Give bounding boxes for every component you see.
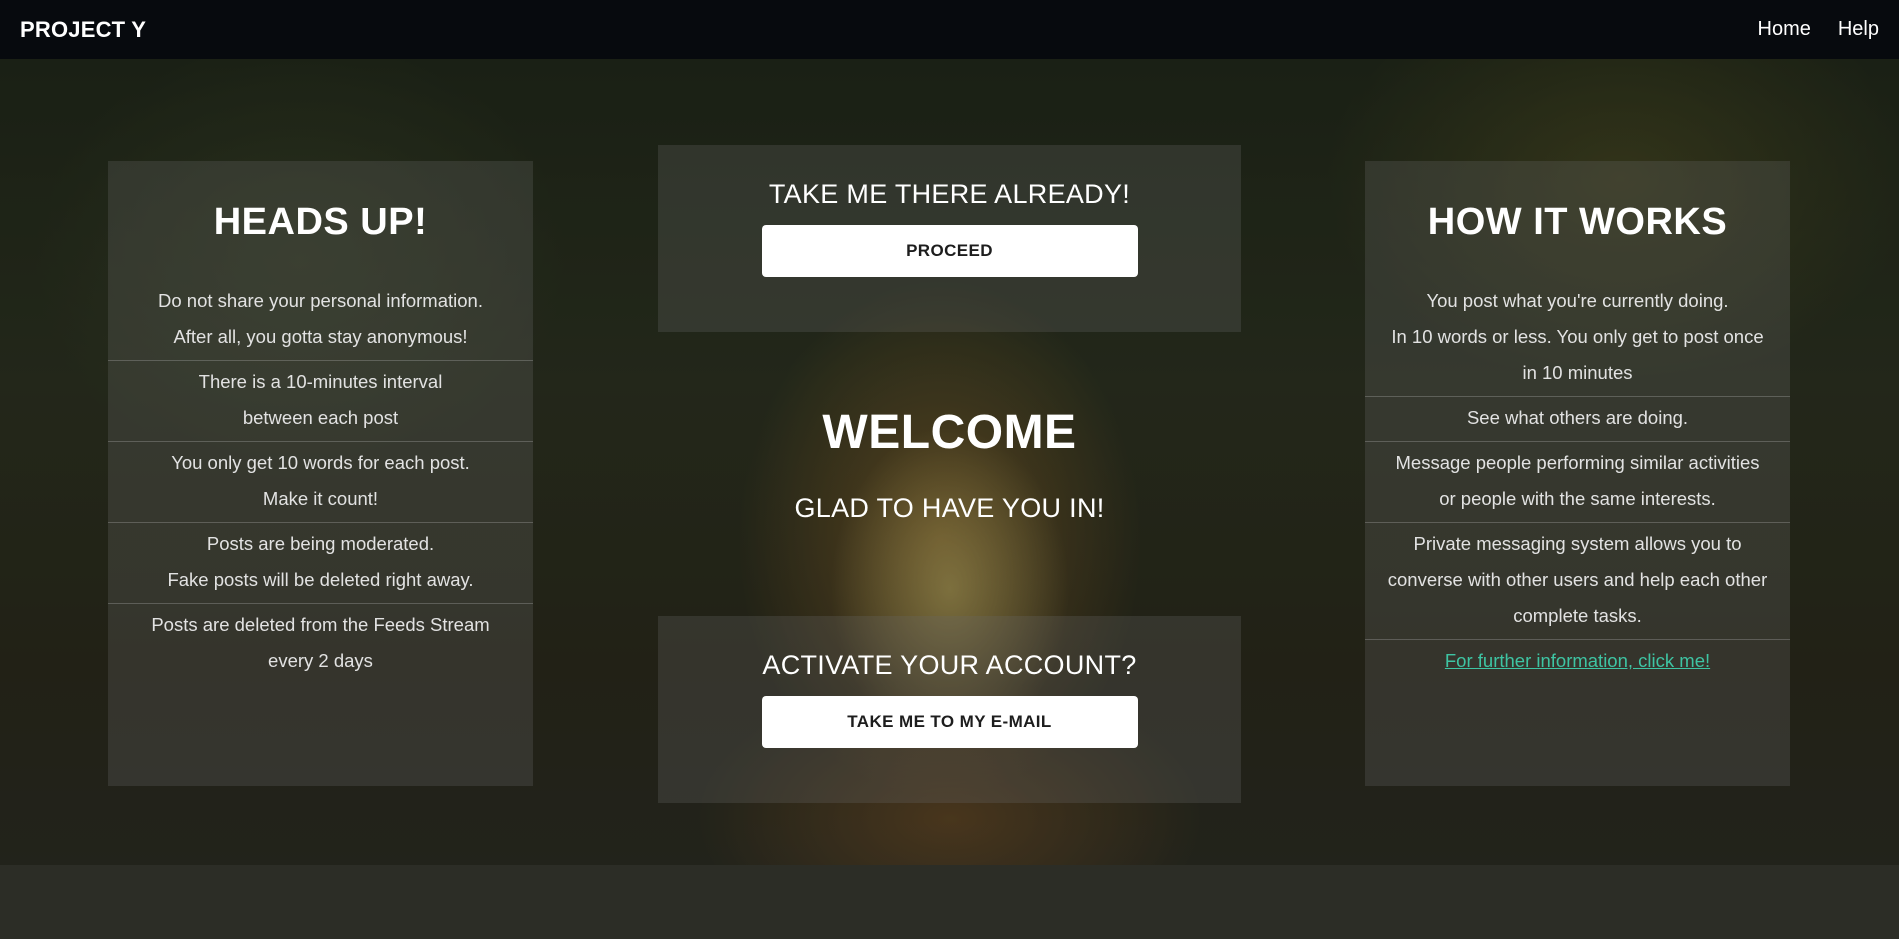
proceed-panel: TAKE ME THERE ALREADY! PROCEED (658, 145, 1241, 332)
how-it-works-item-line: in 10 minutes (1522, 362, 1633, 383)
how-it-works-item: See what others are doing. (1365, 396, 1790, 441)
nav-link-help[interactable]: Help (1838, 18, 1879, 41)
how-it-works-link-row: For further information, click me! (1365, 639, 1790, 684)
heads-up-item-line: between each post (242, 407, 399, 428)
welcome-subtitle: GLAD TO HAVE YOU IN! (794, 493, 1105, 523)
activate-account-panel: ACTIVATE YOUR ACCOUNT? TAKE ME TO MY E-M… (658, 616, 1241, 803)
heads-up-item-line: You only get 10 words for each post. (171, 452, 470, 473)
how-it-works-item-line: or people with the same interests. (1439, 488, 1716, 509)
how-it-works-item-line: complete tasks. (1513, 605, 1642, 626)
heads-up-panel: HEADS UP! Do not share your personal inf… (108, 161, 533, 786)
heads-up-item: Posts are being moderated. Fake posts wi… (108, 522, 533, 603)
heads-up-item: You only get 10 words for each post. Mak… (108, 441, 533, 522)
further-information-link[interactable]: For further information, click me! (1445, 650, 1710, 671)
heads-up-item-line: Posts are deleted from the Feeds Stream (151, 614, 490, 635)
heads-up-item-line: Fake posts will be deleted right away. (167, 569, 474, 590)
how-it-works-item: You post what you're currently doing. In… (1365, 280, 1790, 396)
heads-up-item-line: Make it count! (262, 488, 379, 509)
how-it-works-list: You post what you're currently doing. In… (1365, 280, 1790, 684)
brand-logo-link[interactable]: PROJECT Y (20, 17, 146, 43)
proceed-button[interactable]: PROCEED (761, 225, 1138, 277)
activate-account-heading: ACTIVATE YOUR ACCOUNT? (762, 650, 1137, 680)
how-it-works-title: HOW IT WORKS (1427, 201, 1728, 243)
how-it-works-item-line: You post what you're currently doing. (1426, 290, 1729, 311)
heads-up-item: There is a 10-minutes interval between e… (108, 360, 533, 441)
proceed-heading: TAKE ME THERE ALREADY! (768, 179, 1131, 209)
heads-up-item-line: every 2 days (268, 650, 373, 671)
how-it-works-item-line: Private messaging system allows you to (1413, 533, 1742, 554)
how-it-works-item: Private messaging system allows you to c… (1365, 522, 1790, 639)
how-it-works-item: Message people performing similar activi… (1365, 441, 1790, 522)
how-it-works-item-line: See what others are doing. (1466, 407, 1689, 428)
footer-band (0, 865, 1899, 939)
heads-up-item: Do not share your personal information. … (108, 280, 533, 360)
nav-links: Home Help (1758, 18, 1880, 41)
how-it-works-item-line: In 10 words or less. You only get to pos… (1391, 326, 1764, 347)
heads-up-item-line: After all, you gotta stay anonymous! (173, 326, 468, 347)
take-me-to-email-button[interactable]: TAKE ME TO MY E-MAIL (761, 696, 1138, 748)
how-it-works-panel: HOW IT WORKS You post what you're curren… (1365, 161, 1790, 786)
heads-up-item-line: There is a 10-minutes interval (198, 371, 443, 392)
welcome-title: WELCOME (822, 406, 1077, 459)
top-navbar: PROJECT Y Home Help (0, 0, 1899, 59)
nav-link-home[interactable]: Home (1758, 18, 1811, 41)
how-it-works-item-line: Message people performing similar activi… (1395, 452, 1760, 473)
heads-up-list: Do not share your personal information. … (108, 280, 533, 684)
heads-up-item-line: Do not share your personal information. (158, 290, 483, 311)
how-it-works-item-line: converse with other users and help each … (1387, 569, 1768, 590)
heads-up-item-line: Posts are being moderated. (206, 533, 435, 554)
heads-up-title: HEADS UP! (213, 201, 428, 243)
heads-up-item: Posts are deleted from the Feeds Stream … (108, 603, 533, 684)
